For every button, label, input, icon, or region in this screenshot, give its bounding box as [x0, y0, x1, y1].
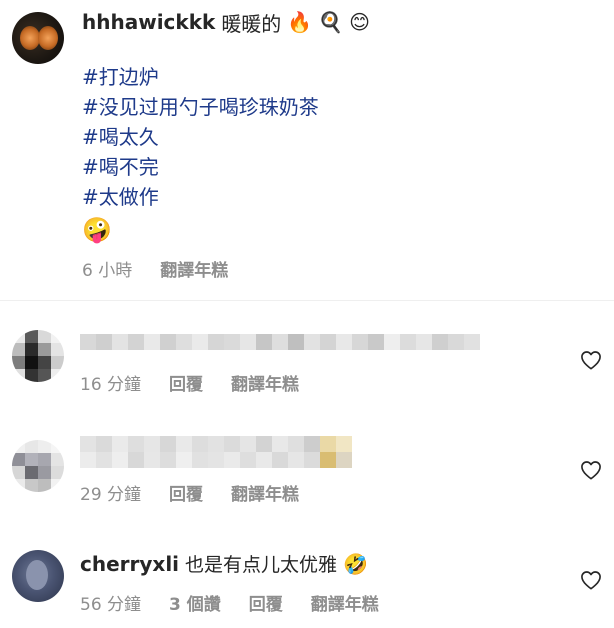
comment-item: 29 分鐘 回覆 翻譯年糕	[0, 428, 614, 528]
comment-avatar[interactable]	[12, 550, 64, 602]
pan-emoji-icon: 🍳	[318, 10, 344, 34]
fire-emoji-icon: 🔥	[287, 10, 313, 34]
reply-button[interactable]: 回覆	[249, 590, 283, 615]
smile-emoji-icon: 😊	[349, 10, 370, 34]
comment-username[interactable]: cherryxli	[80, 552, 179, 576]
hashtag-list: #打边炉 #没见过用勺子喝珍珠奶茶 #喝太久 #喝不完 #太做作	[82, 62, 319, 212]
pumpkin-graphic	[20, 26, 40, 50]
hashtag-link[interactable]: #喝不完	[82, 152, 319, 182]
heart-outline-icon[interactable]	[580, 570, 602, 590]
reply-button[interactable]: 回覆	[169, 480, 203, 505]
post-meta: 6 小時 翻譯年糕	[82, 256, 228, 281]
comment-meta: 56 分鐘 3 個讚 回覆 翻譯年糕	[80, 590, 379, 615]
blurred-comment-text	[80, 334, 480, 350]
rofl-emoji-icon: 🤣	[343, 551, 368, 576]
comment-timestamp: 56 分鐘	[80, 595, 142, 615]
comment-timestamp: 16 分鐘	[80, 375, 142, 395]
hashtag-link[interactable]: #打边炉	[82, 62, 319, 92]
heart-outline-icon[interactable]	[580, 350, 602, 370]
post-author-avatar[interactable]	[12, 12, 64, 64]
comment-item: 16 分鐘 回覆 翻譯年糕	[0, 318, 614, 418]
blurred-username	[80, 436, 352, 452]
reply-button[interactable]: 回覆	[169, 370, 203, 395]
comment-text: 也是有点儿太优雅	[185, 554, 338, 576]
comment-avatar[interactable]	[12, 330, 64, 382]
likes-count[interactable]: 3 個讚	[169, 590, 221, 615]
divider	[0, 300, 614, 301]
post-author-username[interactable]: hhhawickkk	[82, 10, 215, 34]
post: hhhawickkk 暖暖的 🔥 🍳 😊 #打边炉 #没见过用勺子喝珍珠奶茶 #…	[0, 0, 614, 300]
translate-link[interactable]: 翻譯年糕	[160, 256, 228, 281]
hashtag-link[interactable]: #没见过用勺子喝珍珠奶茶	[82, 92, 319, 122]
heart-outline-icon[interactable]	[580, 460, 602, 480]
comment-meta: 16 分鐘 回覆 翻譯年糕	[80, 370, 299, 395]
blurred-comment-text	[80, 452, 352, 468]
post-caption-text: 暖暖的	[221, 11, 282, 36]
post-timestamp: 6 小時	[82, 261, 133, 281]
comment-text-line: cherryxli 也是有点儿太优雅 🤣	[80, 550, 368, 577]
translate-link[interactable]: 翻譯年糕	[231, 480, 299, 505]
zany-emoji-icon: 🤪	[82, 216, 112, 244]
comment-timestamp: 29 分鐘	[80, 485, 142, 505]
comment-item: cherryxli 也是有点儿太优雅 🤣 56 分鐘 3 個讚 回覆 翻譯年糕	[0, 538, 614, 628]
translate-link[interactable]: 翻譯年糕	[231, 370, 299, 395]
comment-meta: 29 分鐘 回覆 翻譯年糕	[80, 480, 299, 505]
pumpkin-graphic	[38, 26, 58, 50]
hashtag-link[interactable]: #太做作	[82, 182, 319, 212]
hashtag-link[interactable]: #喝太久	[82, 122, 319, 152]
post-header: hhhawickkk 暖暖的 🔥 🍳 😊	[82, 8, 370, 36]
avatar-face-graphic	[26, 560, 48, 590]
comment-avatar[interactable]	[12, 440, 64, 492]
translate-link[interactable]: 翻譯年糕	[311, 590, 379, 615]
